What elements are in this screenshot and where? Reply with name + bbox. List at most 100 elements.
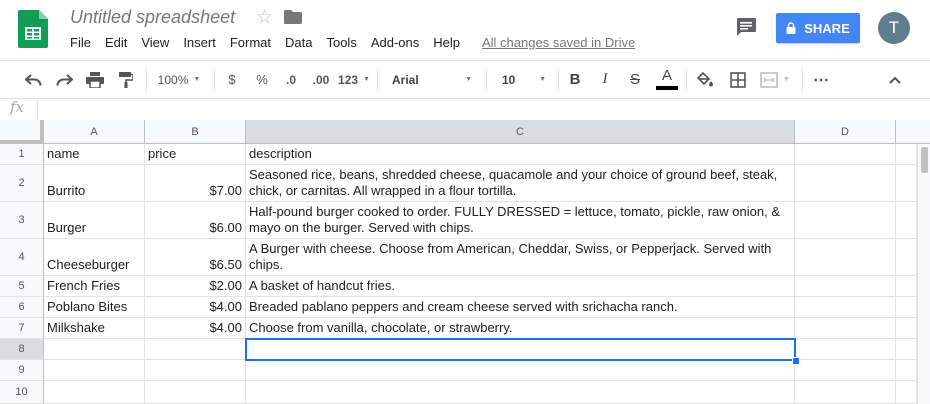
cell-a10[interactable]	[44, 381, 145, 404]
cell-d7[interactable]	[795, 318, 896, 339]
row-header[interactable]: 7	[0, 318, 44, 339]
cell-a9[interactable]	[44, 360, 145, 381]
text-color-button[interactable]: A	[655, 61, 679, 98]
cell-b6[interactable]: $4.00	[145, 297, 246, 318]
menu-insert[interactable]: Insert	[183, 35, 216, 51]
cell-c9[interactable]	[246, 360, 795, 381]
merge-cells-icon[interactable]: ▼	[756, 61, 794, 98]
cell-d1[interactable]	[795, 144, 896, 165]
menu-help[interactable]: Help	[433, 35, 460, 51]
cell-d5[interactable]	[795, 276, 896, 297]
cell-b1[interactable]: price	[145, 144, 246, 165]
increase-decimal-button[interactable]: .00	[309, 61, 333, 98]
cell-d9[interactable]	[795, 360, 896, 381]
save-status-link[interactable]: All changes saved in Drive	[482, 35, 635, 51]
menu-edit[interactable]: Edit	[105, 35, 127, 51]
cell-d4[interactable]	[795, 239, 896, 276]
account-avatar[interactable]: T	[878, 12, 910, 44]
more-options-icon[interactable]: ⋯	[810, 61, 832, 98]
cell-c7[interactable]: Choose from vanilla, chocolate, or straw…	[246, 318, 795, 339]
redo-icon[interactable]	[52, 61, 76, 98]
font-size-select[interactable]: 10 ▼	[498, 61, 550, 98]
percent-format-button[interactable]: %	[252, 61, 272, 98]
cell-b5[interactable]: $2.00	[145, 276, 246, 297]
cell-b3[interactable]: $6.00	[145, 202, 246, 239]
cell-c3[interactable]: Half-pound burger cooked to order. FULLY…	[246, 202, 795, 239]
cell-a8[interactable]	[44, 339, 145, 360]
menu-data[interactable]: Data	[285, 35, 312, 51]
vertical-scrollbar[interactable]	[917, 144, 930, 404]
menu-tools[interactable]: Tools	[326, 35, 356, 51]
share-button[interactable]: SHARE	[776, 13, 860, 43]
scrollbar-thumb[interactable]	[921, 147, 928, 173]
cell-c10[interactable]	[246, 381, 795, 404]
font-family-select[interactable]: Arial ▼	[388, 61, 476, 98]
borders-icon[interactable]	[726, 61, 750, 98]
cell-d10[interactable]	[795, 381, 896, 404]
menu-file[interactable]: File	[70, 35, 91, 51]
row-header[interactable]: 1	[0, 144, 44, 165]
cell-d2[interactable]	[795, 165, 896, 202]
row-header[interactable]: 2	[0, 165, 44, 202]
decrease-decimal-button[interactable]: .0	[280, 61, 302, 98]
menu-format[interactable]: Format	[230, 35, 271, 51]
cell-a1[interactable]: name	[44, 144, 145, 165]
sheets-logo-icon[interactable]	[18, 10, 48, 48]
cell-a6[interactable]: Poblano Bites	[44, 297, 145, 318]
cell-c5[interactable]: A basket of handcut fries.	[246, 276, 795, 297]
star-icon[interactable]: ☆	[256, 6, 273, 29]
collapse-chevron-up-icon[interactable]	[884, 61, 906, 98]
currency-format-button[interactable]: $	[222, 61, 242, 98]
column-header-a[interactable]: A	[44, 120, 145, 144]
cell-d3[interactable]	[795, 202, 896, 239]
cell-a5[interactable]: French Fries	[44, 276, 145, 297]
cell-c2[interactable]: Seasoned rice, beans, shredded cheese, q…	[246, 165, 795, 202]
formula-input[interactable]	[44, 100, 914, 118]
row-header[interactable]: 10	[0, 381, 44, 404]
cell-d8[interactable]	[795, 339, 896, 360]
undo-icon[interactable]	[22, 61, 46, 98]
spreadsheet-grid: A B C D 1 name price description 2 Burri…	[0, 120, 930, 404]
cell-b8[interactable]	[145, 339, 246, 360]
paint-format-icon[interactable]	[114, 61, 138, 98]
cell-a2[interactable]: Burrito	[44, 165, 145, 202]
column-header-c[interactable]: C	[246, 120, 795, 144]
cell-a4[interactable]: Cheeseburger	[44, 239, 145, 276]
more-formats-select[interactable]: 123 ▼	[338, 61, 370, 98]
folder-icon[interactable]	[284, 10, 302, 24]
document-title[interactable]: Untitled spreadsheet	[70, 7, 235, 28]
text-color-label: A	[661, 67, 672, 84]
cell-d6[interactable]	[795, 297, 896, 318]
fill-handle[interactable]	[792, 357, 800, 365]
row-header[interactable]: 4	[0, 239, 44, 276]
cell-b7[interactable]: $4.00	[145, 318, 246, 339]
bold-button[interactable]: B	[566, 61, 584, 98]
zoom-select[interactable]: 100% ▼	[152, 61, 206, 98]
strikethrough-button[interactable]: S	[626, 61, 644, 98]
column-header-d[interactable]: D	[795, 120, 896, 144]
font-family-value: Arial	[392, 72, 419, 87]
italic-button[interactable]: I	[596, 61, 614, 98]
cell-b2[interactable]: $7.00	[145, 165, 246, 202]
cell-c4[interactable]: A Burger with cheese. Choose from Americ…	[246, 239, 795, 276]
cell-b10[interactable]	[145, 381, 246, 404]
row-header[interactable]: 3	[0, 202, 44, 239]
row-header[interactable]: 5	[0, 276, 44, 297]
fill-color-icon[interactable]	[694, 61, 716, 98]
cell-filler	[896, 165, 917, 202]
row-header[interactable]: 6	[0, 297, 44, 318]
cell-c6[interactable]: Breaded pablano peppers and cream cheese…	[246, 297, 795, 318]
row-header[interactable]: 8	[0, 339, 44, 360]
menu-addons[interactable]: Add-ons	[371, 35, 419, 51]
select-all-corner[interactable]	[0, 120, 44, 144]
comments-icon[interactable]	[735, 17, 757, 37]
cell-b9[interactable]	[145, 360, 246, 381]
cell-a3[interactable]: Burger	[44, 202, 145, 239]
cell-c1[interactable]: description	[246, 144, 795, 165]
cell-b4[interactable]: $6.50	[145, 239, 246, 276]
row-header[interactable]: 9	[0, 360, 44, 381]
menu-view[interactable]: View	[141, 35, 169, 51]
column-header-b[interactable]: B	[145, 120, 246, 144]
cell-a7[interactable]: Milkshake	[44, 318, 145, 339]
print-icon[interactable]	[83, 61, 107, 98]
